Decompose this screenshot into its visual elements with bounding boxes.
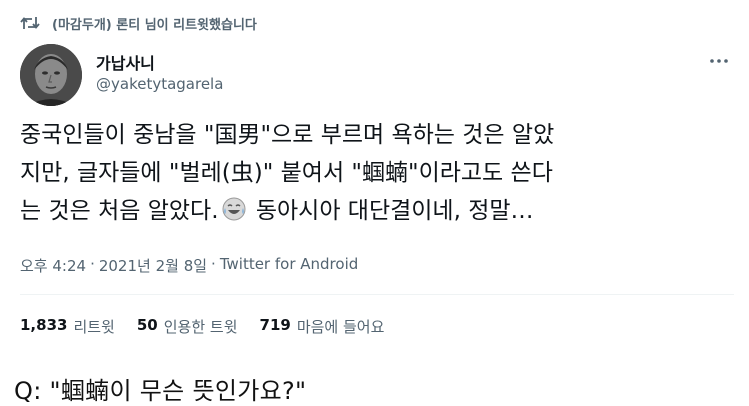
retweet-label[interactable]: (마감두개) 론티 님이 리트윗했습니다 [52,14,257,33]
retweets-label: 리트윗 [73,318,115,336]
divider [20,294,734,295]
retweet-header: (마감두개) 론티 님이 리트윗했습니다 [20,12,257,34]
question-caption: Q: "蝈蝻이 무슨 뜻인가요?" [14,377,307,405]
retweets-stat[interactable]: 1,833 리트윗 [20,316,115,337]
author-handle[interactable]: @yaketytagarela [96,75,223,93]
likes-label: 마음에 들어요 [296,318,385,336]
more-dots-icon[interactable] [702,48,736,74]
retweet-icon [20,15,40,31]
author-display-name[interactable]: 가납사니 [96,50,155,74]
quotes-label: 인용한 트윗 [163,318,238,336]
tweet-line-text: 동아시아 대단결이네, 정말… [248,198,534,224]
retweets-count: 1,833 [20,316,68,334]
tweet-source[interactable]: Twitter for Android [220,255,358,276]
quotes-stat[interactable]: 50 인용한 트윗 [137,316,238,337]
tweet-date[interactable]: 2021년 2월 8일 [99,255,207,276]
tweet-text: 중국인들이 중남을 "国男"으로 부르며 욕하는 것은 알았 지만, 글자들에 … [20,116,735,230]
tweet-line-text: 는 것은 처음 알았다. [20,198,219,224]
avatar[interactable] [20,44,82,106]
likes-count: 719 [259,316,291,334]
tweet-stats: 1,833 리트윗 50 인용한 트윗 719 마음에 들어요 [20,316,384,337]
meta-separator: · [211,255,216,273]
tweet-time[interactable]: 오후 4:24 [20,255,86,276]
quotes-count: 50 [136,316,158,334]
tweet-line: 지만, 글자들에 "벌레(虫)" 붙여서 "蝈蝻"이라고도 쓴다 [20,160,553,186]
likes-stat[interactable]: 719 마음에 들어요 [260,316,385,337]
tweet-line: 는 것은 처음 알았다. 동아시아 대단결이네, 정말… [20,192,735,230]
meta-separator: · [90,255,95,273]
face-with-tears-of-joy-icon [221,196,247,222]
tweet-meta: 오후 4:24 · 2021년 2월 8일 · Twitter for Andr… [20,255,358,276]
tweet-line: 중국인들이 중남을 "国男"으로 부르며 욕하는 것은 알았 [20,122,555,148]
